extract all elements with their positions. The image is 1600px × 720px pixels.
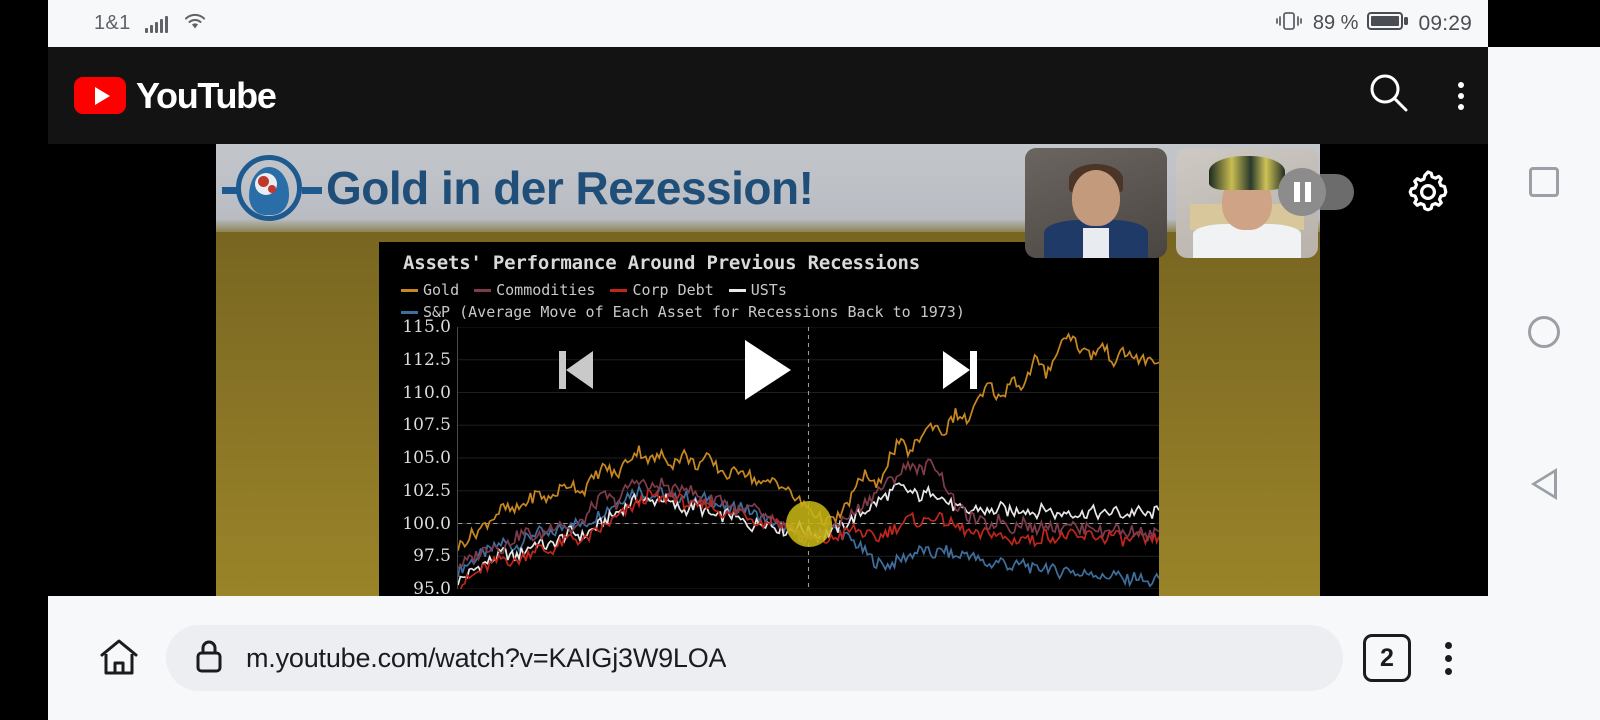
- play-button[interactable]: [745, 340, 791, 400]
- youtube-header-actions: [1366, 70, 1464, 121]
- next-track-button[interactable]: [943, 351, 977, 389]
- android-nav-bar: [1488, 47, 1600, 720]
- legend-label: Corp Debt: [632, 281, 714, 299]
- youtube-logo[interactable]: YouTube: [74, 74, 277, 117]
- status-bar: 1&1 89 % 09:29: [48, 0, 1488, 47]
- y-axis-tick: 100.0: [402, 513, 451, 534]
- previous-track-button[interactable]: [559, 351, 593, 389]
- y-axis-tick: 112.5: [402, 349, 451, 370]
- status-bar-right: 89 % 09:29: [1274, 10, 1472, 38]
- vibrate-icon: [1274, 10, 1304, 38]
- chart-legend: Gold Commodities Corp Debt USTs S&P (Averag…: [379, 281, 1159, 321]
- legend-label: Commodities: [496, 281, 596, 299]
- carrier-label: 1&1: [94, 12, 131, 34]
- y-axis-tick: 95.0: [413, 579, 451, 596]
- signal-bars-icon: [144, 15, 168, 33]
- url-text[interactable]: m.youtube.com/watch?v=KAIGj3W9LOA: [246, 643, 726, 674]
- home-circle-icon[interactable]: [1528, 316, 1560, 349]
- youtube-header: YouTube: [48, 47, 1488, 144]
- presenter-left-cam: [1025, 148, 1167, 258]
- browser-menu-icon[interactable]: [1431, 641, 1466, 675]
- y-axis-tick: 110.0: [402, 382, 451, 403]
- pause-toggle[interactable]: [1278, 168, 1354, 216]
- legend-item-gold: Gold: [401, 281, 459, 299]
- recession-start-marker: [785, 500, 832, 547]
- y-axis-tick: 115.0: [402, 317, 451, 337]
- legend-item-corp-debt: Corp Debt: [610, 281, 714, 299]
- legend-label-sp: S&P (Average Move of Each Asset for Rece…: [423, 303, 965, 321]
- legend-swatch-icon: [474, 288, 492, 292]
- battery-percent-label: 89 %: [1312, 12, 1359, 34]
- status-bar-left: 1&1: [94, 11, 208, 36]
- legend-swatch-icon: [728, 288, 746, 292]
- legend-swatch-icon: [610, 288, 628, 292]
- phone-screen: 1&1 89 % 09:29 YouTube Gold in der Rezes…: [0, 0, 1600, 720]
- presenter-cams: [1025, 148, 1318, 258]
- youtube-logo-label: YouTube: [136, 74, 277, 116]
- legend-label: Gold: [423, 281, 460, 299]
- tab-counter-button[interactable]: 2: [1363, 634, 1411, 682]
- youtube-app: YouTube Gold in der Rezession! Assets' P…: [48, 47, 1488, 596]
- search-icon[interactable]: [1366, 70, 1412, 121]
- brain-head-gears-icon: [222, 145, 322, 231]
- back-triangle-icon[interactable]: [1531, 468, 1557, 501]
- clock-label: 09:29: [1418, 11, 1472, 35]
- video-player[interactable]: Gold in der Rezession! Assets' Performan…: [48, 144, 1488, 596]
- y-axis-tick: 102.5: [402, 480, 451, 501]
- legend-label: USTs: [750, 281, 787, 299]
- assets-performance-chart: Assets' Performance Around Previous Rece…: [379, 242, 1159, 596]
- lock-icon: [192, 637, 226, 680]
- legend-row-primary: Gold Commodities Corp Debt USTs: [401, 281, 1159, 299]
- home-icon[interactable]: [92, 631, 146, 685]
- recents-square-icon[interactable]: [1529, 166, 1559, 197]
- address-bar[interactable]: m.youtube.com/watch?v=KAIGj3W9LOA: [166, 625, 1343, 691]
- legend-item-sp: S&P (Average Move of Each Asset for Rece…: [401, 303, 965, 321]
- slide-title: Gold in der Rezession!: [326, 162, 814, 214]
- legend-row-secondary: S&P (Average Move of Each Asset for Rece…: [401, 303, 1159, 321]
- y-axis-tick: 107.5: [402, 415, 451, 436]
- wifi-icon: [182, 11, 208, 36]
- legend-swatch-icon: [401, 288, 418, 292]
- legend-item-usts: USTs: [728, 281, 787, 299]
- youtube-play-icon: [74, 77, 126, 114]
- battery-icon: [1367, 10, 1409, 38]
- chart-y-axis: 115.0 112.5 110.0 107.5 105.0 102.5 100.0 97.5 9…: [379, 317, 457, 596]
- y-axis-tick: 105.0: [402, 448, 451, 468]
- gear-icon[interactable]: [1402, 166, 1454, 218]
- legend-item-commodities: Commodities: [474, 281, 595, 299]
- more-vertical-icon[interactable]: [1458, 81, 1464, 110]
- browser-toolbar: m.youtube.com/watch?v=KAIGj3W9LOA 2: [48, 596, 1488, 720]
- pause-icon: [1278, 168, 1326, 216]
- y-axis-tick: 97.5: [413, 546, 451, 567]
